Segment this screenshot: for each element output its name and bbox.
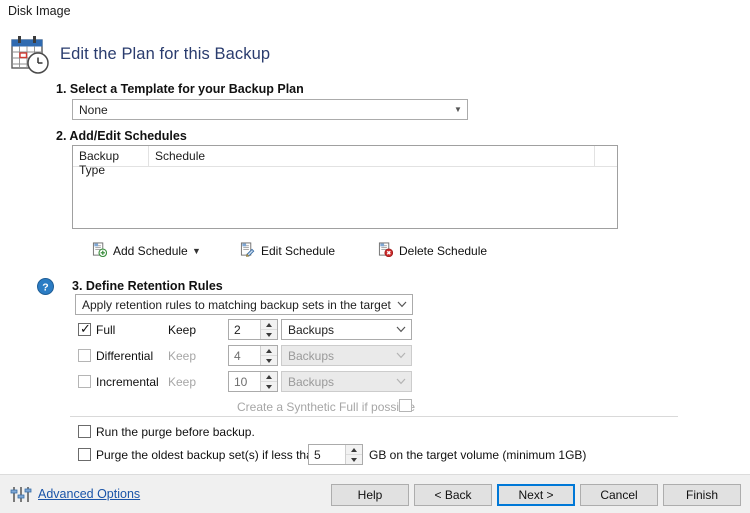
purge-threshold-stepper[interactable]: 5 bbox=[308, 444, 363, 465]
window-label: Disk Image bbox=[8, 4, 71, 18]
purge-oldest-label: Purge the oldest backup set(s) if less t… bbox=[96, 448, 320, 462]
full-label: Full bbox=[96, 323, 116, 337]
incremental-label: Incremental bbox=[96, 375, 159, 389]
differential-unit-value: Backups bbox=[288, 348, 335, 363]
document-edit-icon bbox=[240, 242, 255, 260]
document-add-icon bbox=[92, 242, 108, 260]
full-checkbox[interactable]: ✓ bbox=[78, 321, 91, 336]
chevron-down-icon bbox=[391, 378, 411, 385]
full-unit-dropdown[interactable]: Backups bbox=[281, 319, 412, 340]
full-keep-label: Keep bbox=[168, 323, 197, 337]
incremental-unit-value: Backups bbox=[288, 374, 335, 389]
differential-keep-value[interactable]: 4 bbox=[229, 346, 260, 365]
full-keep-spin-down[interactable] bbox=[261, 330, 277, 339]
schedules-listview-header: Backup Type Schedule bbox=[73, 146, 617, 177]
full-unit-value: Backups bbox=[288, 322, 335, 337]
step3-title: 3. Define Retention Rules bbox=[72, 279, 223, 293]
column-header-backup-type[interactable]: Backup Type bbox=[73, 146, 149, 177]
schedules-listview-body bbox=[73, 167, 617, 229]
differential-keep-label: Keep bbox=[168, 349, 197, 363]
incremental-keep-stepper[interactable]: 10 bbox=[228, 371, 278, 392]
synthetic-full-label: Create a Synthetic Full if possible bbox=[237, 400, 416, 414]
add-schedule-dropdown-caret[interactable]: ▼ bbox=[192, 247, 201, 256]
finish-button[interactable]: Finish bbox=[663, 484, 741, 506]
incremental-keep-spin-down[interactable] bbox=[261, 382, 277, 391]
purge-threshold-spin-up[interactable] bbox=[346, 445, 362, 455]
calendar-clock-icon bbox=[8, 32, 52, 76]
edit-schedule-label: Edit Schedule bbox=[261, 244, 336, 258]
full-keep-stepper[interactable]: 2 bbox=[228, 319, 278, 340]
column-header-spacer bbox=[595, 146, 617, 166]
add-schedule-button[interactable]: Add Schedule bbox=[92, 241, 188, 261]
back-button[interactable]: < Back bbox=[414, 484, 492, 506]
differential-keep-spin-buttons[interactable] bbox=[260, 346, 277, 365]
purge-threshold-value[interactable]: 5 bbox=[309, 445, 345, 464]
dialog-header: Edit the Plan for this Backup bbox=[0, 30, 750, 78]
run-purge-before-backup-checkbox[interactable] bbox=[78, 425, 91, 438]
svg-text:?: ? bbox=[42, 281, 48, 293]
full-keep-spin-buttons[interactable] bbox=[260, 320, 277, 339]
sliders-icon bbox=[10, 486, 32, 503]
incremental-keep-value[interactable]: 10 bbox=[229, 372, 260, 391]
divider-retention bbox=[70, 416, 678, 417]
template-combo[interactable]: None ▼ bbox=[72, 99, 468, 120]
incremental-keep-spin-buttons[interactable] bbox=[260, 372, 277, 391]
chevron-down-icon: ▼ bbox=[454, 104, 462, 114]
step1-title: 1. Select a Template for your Backup Pla… bbox=[56, 82, 304, 96]
run-purge-before-backup-label: Run the purge before backup. bbox=[96, 425, 255, 439]
delete-schedule-button[interactable]: Delete Schedule bbox=[378, 241, 487, 261]
full-keep-spin-up[interactable] bbox=[261, 320, 277, 330]
purge-threshold-spin-down[interactable] bbox=[346, 455, 362, 464]
help-circle-icon[interactable]: ? bbox=[37, 278, 54, 295]
differential-label: Differential bbox=[96, 349, 154, 363]
advanced-options-link[interactable]: Advanced Options bbox=[38, 487, 140, 501]
retention-scope-value: Apply retention rules to matching backup… bbox=[82, 297, 392, 312]
document-delete-icon bbox=[378, 242, 394, 260]
purge-threshold-suffix: GB on the target volume (minimum 1GB) bbox=[369, 448, 587, 462]
next-button[interactable]: Next > bbox=[497, 484, 575, 506]
differential-keep-stepper[interactable]: 4 bbox=[228, 345, 278, 366]
chevron-down-icon bbox=[392, 301, 412, 308]
check-icon: ✓ bbox=[80, 321, 91, 336]
incremental-unit-dropdown[interactable]: Backups bbox=[281, 371, 412, 392]
synthetic-full-checkbox[interactable] bbox=[399, 399, 412, 412]
cancel-button[interactable]: Cancel bbox=[580, 484, 658, 506]
help-button[interactable]: Help bbox=[331, 484, 409, 506]
retention-scope-combo[interactable]: Apply retention rules to matching backup… bbox=[75, 294, 413, 315]
column-header-schedule[interactable]: Schedule bbox=[149, 146, 595, 166]
incremental-checkbox[interactable] bbox=[78, 375, 91, 388]
differential-keep-spin-up[interactable] bbox=[261, 346, 277, 356]
add-schedule-label: Add Schedule bbox=[113, 244, 188, 258]
delete-schedule-label: Delete Schedule bbox=[399, 244, 488, 258]
edit-schedule-button[interactable]: Edit Schedule bbox=[240, 241, 335, 261]
template-combo-value: None bbox=[79, 102, 108, 117]
step2-title: 2. Add/Edit Schedules bbox=[56, 129, 187, 143]
chevron-down-icon bbox=[391, 352, 411, 359]
differential-keep-spin-down[interactable] bbox=[261, 356, 277, 365]
incremental-keep-label: Keep bbox=[168, 375, 197, 389]
dialog-footer: Advanced Options Help < Back Next > Canc… bbox=[0, 474, 750, 513]
purge-oldest-checkbox[interactable] bbox=[78, 448, 91, 461]
incremental-keep-spin-up[interactable] bbox=[261, 372, 277, 382]
chevron-down-icon bbox=[391, 326, 411, 333]
differential-unit-dropdown[interactable]: Backups bbox=[281, 345, 412, 366]
full-keep-value[interactable]: 2 bbox=[229, 320, 260, 339]
page-title: Edit the Plan for this Backup bbox=[60, 44, 271, 63]
purge-threshold-spin-buttons[interactable] bbox=[345, 445, 362, 464]
differential-checkbox[interactable] bbox=[78, 349, 91, 362]
schedules-listview[interactable]: Backup Type Schedule bbox=[72, 145, 618, 229]
